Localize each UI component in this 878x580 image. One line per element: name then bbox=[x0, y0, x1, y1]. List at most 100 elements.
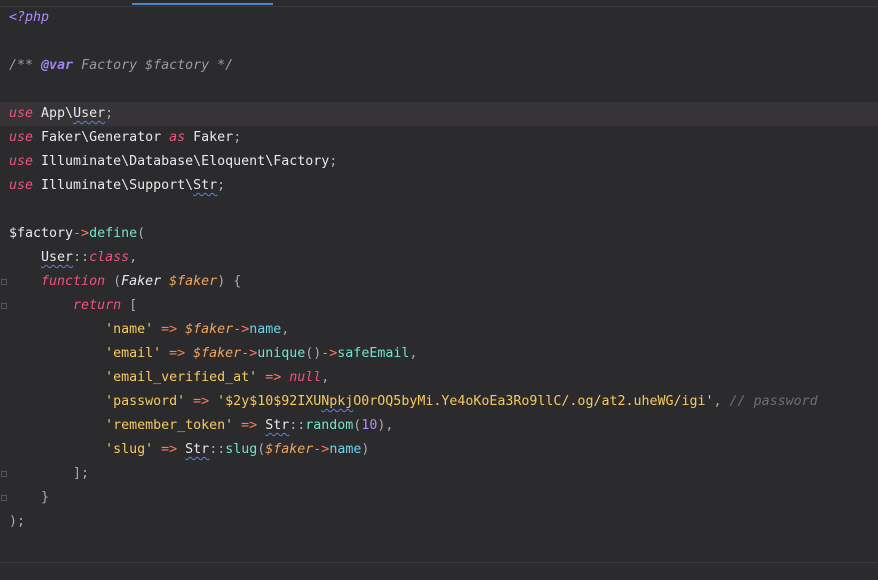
code-token: 'password' bbox=[105, 394, 186, 409]
line-close-define[interactable]: ); bbox=[9, 510, 25, 534]
fold-marker-icon[interactable] bbox=[1, 303, 7, 309]
code-token: => bbox=[185, 394, 218, 409]
editor-footer bbox=[0, 563, 878, 580]
fold-marker-icon[interactable] bbox=[1, 495, 7, 501]
code-token: /** bbox=[9, 58, 42, 73]
code-token: 10 bbox=[361, 418, 378, 433]
code-token: -> bbox=[321, 346, 338, 361]
code-token: Str bbox=[265, 418, 290, 433]
fold-marker-icon[interactable] bbox=[1, 279, 7, 285]
code-token: 'slug' bbox=[105, 442, 154, 457]
line-use-faker[interactable]: use Faker\Generator as Faker; bbox=[9, 126, 241, 150]
active-tab-indicator[interactable] bbox=[132, 3, 273, 5]
code-token: define bbox=[89, 226, 138, 241]
code-token: ), bbox=[377, 418, 394, 433]
code-token: , bbox=[409, 346, 418, 361]
code-token: ( bbox=[105, 274, 122, 289]
line-email[interactable]: 'email' => $faker->unique()->safeEmail, bbox=[9, 342, 417, 366]
code-token: $faker bbox=[265, 442, 314, 457]
code-token: -> bbox=[73, 226, 90, 241]
code-editor[interactable]: <?php /** @var Factory $factory */ use App… bbox=[0, 0, 878, 580]
code-token: ); bbox=[9, 514, 26, 529]
line-function[interactable]: function (Faker $faker) { bbox=[9, 270, 241, 294]
code-token: ; bbox=[105, 106, 114, 121]
code-token: => bbox=[233, 418, 266, 433]
line-user-class[interactable]: User::class, bbox=[9, 246, 137, 270]
code-token: -> bbox=[233, 322, 250, 337]
code-token: Str bbox=[193, 178, 218, 193]
code-token: ( bbox=[137, 226, 146, 241]
code-token: Faker\Generator bbox=[33, 130, 170, 145]
code-token: -> bbox=[241, 346, 258, 361]
code-token: unique bbox=[257, 346, 306, 361]
code-token: [ bbox=[121, 298, 138, 313]
line-password[interactable]: 'password' => '$2y$10$92IXUNpkjO0rOQ5byM… bbox=[9, 390, 818, 414]
code-token: , bbox=[281, 322, 290, 337]
code-token: use bbox=[9, 178, 34, 193]
code-token: :: bbox=[209, 442, 226, 457]
line-php-open[interactable]: <?php bbox=[9, 6, 49, 30]
code-token: Illuminate\Support\ bbox=[33, 178, 194, 193]
code-token: slug bbox=[225, 442, 258, 457]
code-token: :: bbox=[73, 250, 90, 265]
code-token: return bbox=[73, 298, 122, 313]
code-token: Faker bbox=[121, 274, 162, 289]
code-token: ) bbox=[361, 442, 370, 457]
line-email-verified[interactable]: 'email_verified_at' => null, bbox=[9, 366, 329, 390]
code-token: use bbox=[9, 130, 34, 145]
code-token: @var bbox=[41, 58, 74, 73]
code-token: App\ bbox=[33, 106, 74, 121]
code-token: -> bbox=[313, 442, 330, 457]
code-token: , bbox=[713, 394, 730, 409]
code-token: User bbox=[73, 106, 106, 121]
code-token: User bbox=[41, 250, 74, 265]
code-token: 'name' bbox=[105, 322, 154, 337]
code-token: class bbox=[89, 250, 130, 265]
fold-marker-icon[interactable] bbox=[1, 471, 7, 477]
line-docblock[interactable]: /** @var Factory $factory */ bbox=[9, 54, 233, 78]
code-token: $factory bbox=[9, 226, 74, 241]
line-close-function[interactable]: } bbox=[9, 486, 49, 510]
line-use-factory[interactable]: use Illuminate\Database\Eloquent\Factory… bbox=[9, 150, 337, 174]
line-remember-token[interactable]: 'remember_token' => Str::random(10), bbox=[9, 414, 393, 438]
code-token: 'email_verified_at' bbox=[105, 370, 258, 385]
code-token: , bbox=[321, 370, 330, 385]
code-token: => bbox=[153, 322, 186, 337]
code-token: '$2y$10$92IXU bbox=[217, 394, 322, 409]
code-token: use bbox=[9, 106, 34, 121]
code-token: () bbox=[305, 346, 322, 361]
line-use-user[interactable]: use App\User; bbox=[0, 102, 878, 126]
line-use-str[interactable]: use Illuminate\Support\Str; bbox=[9, 174, 225, 198]
line-factory-define[interactable]: $factory->define( bbox=[9, 222, 145, 246]
code-token: name bbox=[249, 322, 282, 337]
line-close-array[interactable]: ]; bbox=[9, 462, 89, 486]
code-token: } bbox=[41, 490, 50, 505]
code-token: O0rOQ5byMi.Ye4oKoEa3Ro9llC/.og/at2.uheWG… bbox=[353, 394, 714, 409]
code-token: Npkj bbox=[321, 394, 354, 409]
code-token: ]; bbox=[73, 466, 90, 481]
code-token: safeEmail bbox=[337, 346, 410, 361]
code-token: $faker bbox=[169, 274, 218, 289]
code-token: Str bbox=[185, 442, 210, 457]
code-token: $faker bbox=[193, 346, 242, 361]
code-token: Faker bbox=[185, 130, 234, 145]
code-token: as bbox=[169, 130, 186, 145]
line-name[interactable]: 'name' => $faker->name, bbox=[9, 318, 289, 342]
code-token: => bbox=[153, 442, 186, 457]
line-slug[interactable]: 'slug' => Str::slug($faker->name) bbox=[9, 438, 369, 462]
line-return[interactable]: return [ bbox=[9, 294, 137, 318]
code-token: <?php bbox=[9, 10, 50, 25]
code-token: $faker bbox=[185, 322, 234, 337]
code-token: => bbox=[257, 370, 290, 385]
code-token: Illuminate\Database\Eloquent\Factory bbox=[33, 154, 330, 169]
